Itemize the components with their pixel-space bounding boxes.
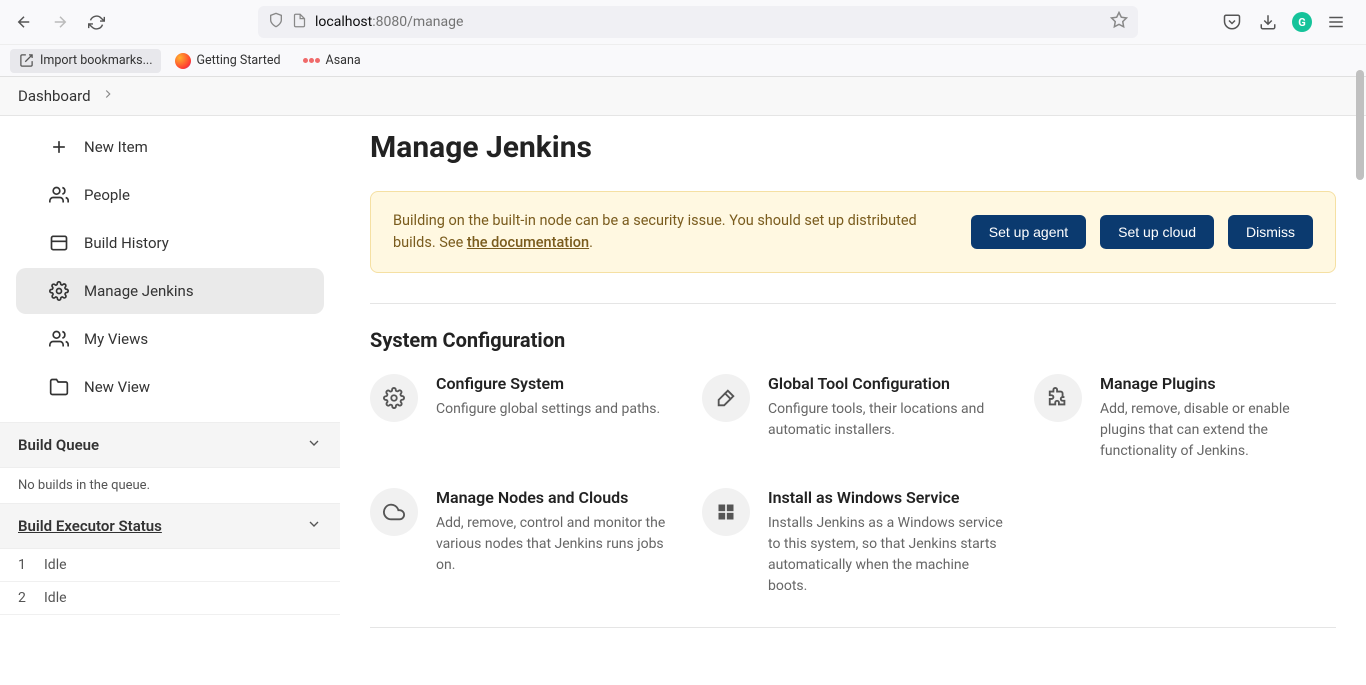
card-desc: Add, remove, disable or enable plugins t… (1100, 399, 1336, 462)
sidebar-item-my-views[interactable]: My Views (16, 316, 324, 362)
bookmarks-bar: Import bookmarks... Getting Started Asan… (0, 44, 1366, 76)
card-desc: Installs Jenkins as a Windows service to… (768, 513, 1004, 597)
firefox-icon (175, 53, 191, 69)
breadcrumb: Dashboard (0, 77, 1366, 116)
card-global-tool[interactable]: Global Tool Configuration Configure tool… (702, 374, 1004, 462)
alert-actions: Set up agent Set up cloud Dismiss (971, 215, 1313, 249)
sidebar: New Item People Build History Manage Jen… (0, 116, 340, 685)
newview-icon (48, 376, 70, 398)
sidebar-item-label: New Item (84, 138, 148, 156)
card-title: Configure System (436, 374, 660, 393)
section-title: System Configuration (370, 328, 1336, 352)
card-desc: Configure tools, their locations and aut… (768, 399, 1004, 441)
card-windows-service[interactable]: Install as Windows Service Installs Jenk… (702, 488, 1004, 597)
chevron-down-icon (306, 516, 322, 536)
sidebar-item-build-history[interactable]: Build History (16, 220, 324, 266)
puzzle-icon (1034, 374, 1082, 422)
alert-text: Building on the built-in node can be a s… (393, 210, 957, 254)
history-icon (48, 232, 70, 254)
browser-chrome: localhost:8080/manage G Import bookmarks (0, 0, 1366, 77)
section-divider (370, 303, 1336, 304)
card-configure-system[interactable]: Configure System Configure global settin… (370, 374, 672, 462)
card-desc: Configure global settings and paths. (436, 399, 660, 420)
sidebar-item-label: Manage Jenkins (84, 282, 194, 300)
setup-agent-button[interactable]: Set up agent (971, 215, 1086, 249)
executor-num: 1 (18, 557, 30, 573)
downloads-icon[interactable] (1256, 10, 1280, 34)
people-icon (48, 184, 70, 206)
scrollbar[interactable] (1356, 70, 1364, 180)
views-icon (48, 328, 70, 350)
asana-icon (303, 58, 320, 63)
alert-doc-link[interactable]: the documentation (467, 234, 589, 251)
card-title: Manage Nodes and Clouds (436, 488, 672, 507)
executor-status: Idle (44, 557, 67, 573)
chevron-right-icon (101, 87, 115, 105)
build-queue-title: Build Queue (18, 436, 99, 454)
section-divider (370, 627, 1336, 628)
gear-icon (48, 280, 70, 302)
sidebar-item-new-item[interactable]: New Item (16, 124, 324, 170)
setup-cloud-button[interactable]: Set up cloud (1100, 215, 1214, 249)
bookmark-label: Asana (326, 53, 361, 68)
executor-row: 1 Idle (0, 549, 340, 582)
main-content: Manage Jenkins Building on the built-in … (340, 116, 1366, 685)
sidebar-item-label: People (84, 186, 130, 204)
url-text: localhost:8080/manage (315, 14, 1102, 30)
grammarly-icon[interactable]: G (1292, 12, 1312, 32)
windows-icon (702, 488, 750, 536)
executor-status-header[interactable]: Build Executor Status (0, 503, 340, 549)
browser-toolbar: localhost:8080/manage G (0, 0, 1366, 44)
sidebar-item-new-view[interactable]: New View (16, 364, 324, 410)
plus-icon (48, 136, 70, 158)
menu-icon[interactable] (1324, 10, 1348, 34)
bookmark-label: Import bookmarks... (40, 53, 153, 68)
sidebar-item-people[interactable]: People (16, 172, 324, 218)
security-alert: Building on the built-in node can be a s… (370, 191, 1336, 273)
import-icon (18, 53, 34, 69)
executor-title: Build Executor Status (18, 517, 162, 535)
bookmark-asana[interactable]: Asana (295, 49, 369, 72)
sidebar-item-label: My Views (84, 330, 148, 348)
url-bar[interactable]: localhost:8080/manage (258, 6, 1138, 38)
card-manage-nodes[interactable]: Manage Nodes and Clouds Add, remove, con… (370, 488, 672, 597)
reload-button[interactable] (82, 8, 110, 36)
card-desc: Add, remove, control and monitor the var… (436, 513, 672, 576)
card-title: Install as Windows Service (768, 488, 1004, 507)
card-title: Manage Plugins (1100, 374, 1336, 393)
sidebar-item-label: New View (84, 378, 150, 396)
bookmark-import[interactable]: Import bookmarks... (10, 49, 161, 73)
card-title: Global Tool Configuration (768, 374, 1004, 393)
gear-icon (370, 374, 418, 422)
bookmark-star-icon[interactable] (1110, 11, 1128, 33)
build-queue-empty: No builds in the queue. (18, 478, 150, 493)
side-nav: New Item People Build History Manage Jen… (0, 116, 340, 422)
pocket-icon[interactable] (1220, 10, 1244, 34)
build-queue-header[interactable]: Build Queue (0, 422, 340, 468)
bookmark-getting-started[interactable]: Getting Started (167, 49, 289, 73)
page-title: Manage Jenkins (370, 130, 1336, 165)
executor-num: 2 (18, 590, 30, 606)
chevron-down-icon (306, 435, 322, 455)
shield-icon (268, 12, 284, 32)
back-button[interactable] (10, 8, 38, 36)
executor-row: 2 Idle (0, 582, 340, 615)
hammer-icon (702, 374, 750, 422)
dismiss-button[interactable]: Dismiss (1228, 215, 1313, 249)
bookmark-label: Getting Started (197, 53, 281, 68)
breadcrumb-dashboard[interactable]: Dashboard (18, 87, 91, 105)
sidebar-item-label: Build History (84, 234, 169, 252)
forward-button[interactable] (46, 8, 74, 36)
build-queue-body: No builds in the queue. (0, 468, 340, 503)
lock-icon (292, 13, 307, 32)
card-grid: Configure System Configure global settin… (370, 374, 1336, 597)
sidebar-item-manage-jenkins[interactable]: Manage Jenkins (16, 268, 324, 314)
cloud-icon (370, 488, 418, 536)
card-manage-plugins[interactable]: Manage Plugins Add, remove, disable or e… (1034, 374, 1336, 462)
executor-status: Idle (44, 590, 67, 606)
